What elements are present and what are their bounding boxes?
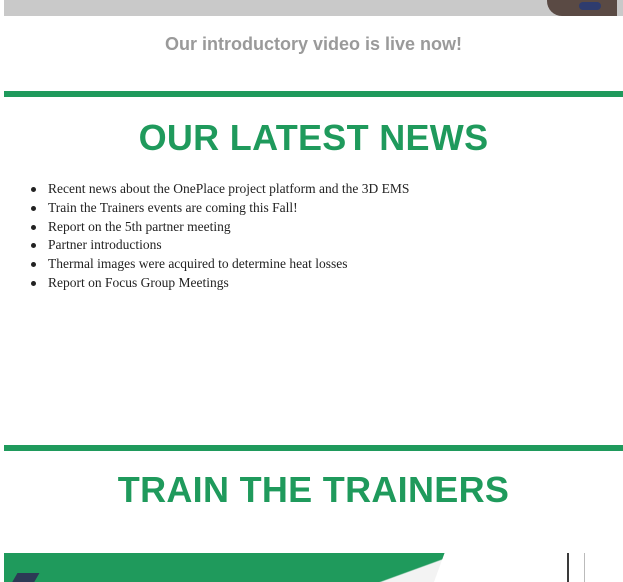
video-caption: Our introductory video is live now! — [164, 34, 463, 54]
newsletter-page: Our introductory video is live now! OUR … — [0, 0, 623, 582]
news-list-item: Thermal images were acquired to determin… — [31, 255, 608, 274]
banner-stripe — [567, 553, 569, 582]
video-highlight-graphic — [579, 2, 601, 10]
banner-white-wedge — [434, 553, 623, 582]
news-link-thermal-images[interactable]: Thermal images were acquired to determin… — [48, 256, 348, 271]
bullet-icon — [31, 224, 36, 230]
bullet-icon — [31, 280, 36, 286]
news-list-item: Recent news about the OnePlace project p… — [31, 180, 608, 199]
train-the-trainers-heading: TRAIN THE TRAINERS — [117, 469, 510, 510]
news-link-partner-meeting[interactable]: Report on the 5th partner meeting — [48, 219, 231, 234]
section-divider-trainers — [4, 445, 623, 451]
latest-news-heading: OUR LATEST NEWS — [138, 117, 489, 158]
bullet-icon — [31, 243, 36, 249]
news-link-focus-group[interactable]: Report on Focus Group Meetings — [48, 275, 229, 290]
bullet-icon — [31, 262, 36, 268]
news-link-oneplace[interactable]: Recent news about the OnePlace project p… — [48, 181, 409, 196]
train-the-trainers-banner-image[interactable] — [4, 553, 623, 582]
news-link-partner-introductions[interactable]: Partner introductions — [48, 237, 162, 252]
news-list-item: Report on Focus Group Meetings — [31, 274, 608, 293]
news-list-item: Partner introductions — [31, 236, 608, 255]
banner-stripe — [584, 553, 585, 582]
news-list-item: Report on the 5th partner meeting — [31, 218, 608, 237]
news-list: Recent news about the OnePlace project p… — [30, 180, 608, 293]
bullet-icon — [31, 187, 36, 192]
bullet-icon — [31, 205, 36, 211]
news-link-train-the-trainers[interactable]: Train the Trainers events are coming thi… — [48, 200, 298, 215]
intro-video-image[interactable] — [4, 0, 623, 16]
section-divider-news — [4, 91, 623, 97]
news-list-item: Train the Trainers events are coming thi… — [31, 199, 608, 218]
